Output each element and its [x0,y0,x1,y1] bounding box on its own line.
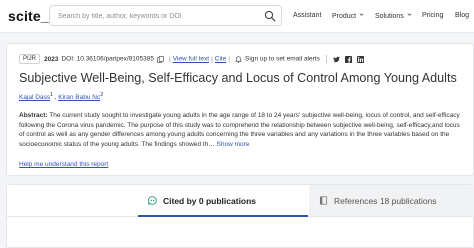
tabs-left-area [7,185,138,217]
nav-assistant[interactable]: Assistant [293,12,321,19]
paper-card: PIJR 2023 DOI: 10.36106/paripex/9105385 | Vi… [6,43,474,176]
help-understand-report-link[interactable]: Help me understand this report [19,161,108,168]
cite-link[interactable]: Cite [215,56,227,63]
nav-product-label: Product [332,13,357,20]
author-affiliation-number: 2 [100,92,103,98]
citation-tabs-panel: Cited by 0 publications References 18 pu… [6,184,474,248]
divider [325,55,327,63]
chevron-down-icon [407,13,412,16]
tab-references[interactable]: References 18 publications [309,185,474,217]
paper-meta-row: PIJR 2023 DOI: 10.36106/paripex/9105385 | Vi… [19,54,369,66]
publication-year: 2023 [44,55,59,63]
nav-solutions-label: Solutions [375,13,404,20]
quote-bubble-icon [148,196,157,205]
twitter-icon[interactable] [333,56,340,63]
bell-icon[interactable] [235,55,242,63]
search-input[interactable] [58,9,258,23]
nav-blog[interactable]: Blog [455,12,469,19]
author-link[interactable]: Kajal Dass [19,94,50,101]
chevron-down-icon [359,13,364,16]
search-box[interactable] [49,5,282,26]
separator: | [211,55,213,63]
top-navigation-bar: scite_ Assistant Product Solutions Prici… [0,0,474,33]
facebook-icon[interactable] [344,55,352,63]
linkedin-icon[interactable] [356,55,364,63]
copy-icon[interactable] [157,55,164,63]
scite-logo[interactable]: scite_ [8,8,49,24]
tab-references-label: References 18 publications [334,196,437,206]
nav-solutions[interactable]: Solutions [375,12,412,20]
paper-title: Subjective Well-Being, Self-Efficacy and… [19,71,457,85]
separator: | [228,55,231,63]
nav-pricing[interactable]: Pricing [422,12,443,19]
separator: | [169,55,171,63]
show-more-link[interactable]: Show more [217,141,250,148]
view-full-text-link[interactable]: View full text [173,56,209,63]
journal-badge[interactable]: PIJR [19,54,41,64]
abstract-label: Abstract: [19,112,48,119]
abstract: Abstract: The current study sought to in… [19,111,463,149]
tab-cited-by[interactable]: Cited by 0 publications [138,185,308,217]
tab-cited-by-label: Cited by 0 publications [163,196,257,206]
authors-list: Kajal Dass1 , Kiran Babu Nc2 [19,92,103,101]
document-icon [319,196,328,205]
author-link[interactable]: Kiran Babu Nc [58,94,100,101]
search-icon[interactable] [264,10,276,22]
email-alerts-link[interactable]: Sign up to set email alerts [245,56,320,63]
doi-text: DOI: 10.36106/paripex/9105385 [61,55,154,63]
nav-product[interactable]: Product [332,12,364,20]
